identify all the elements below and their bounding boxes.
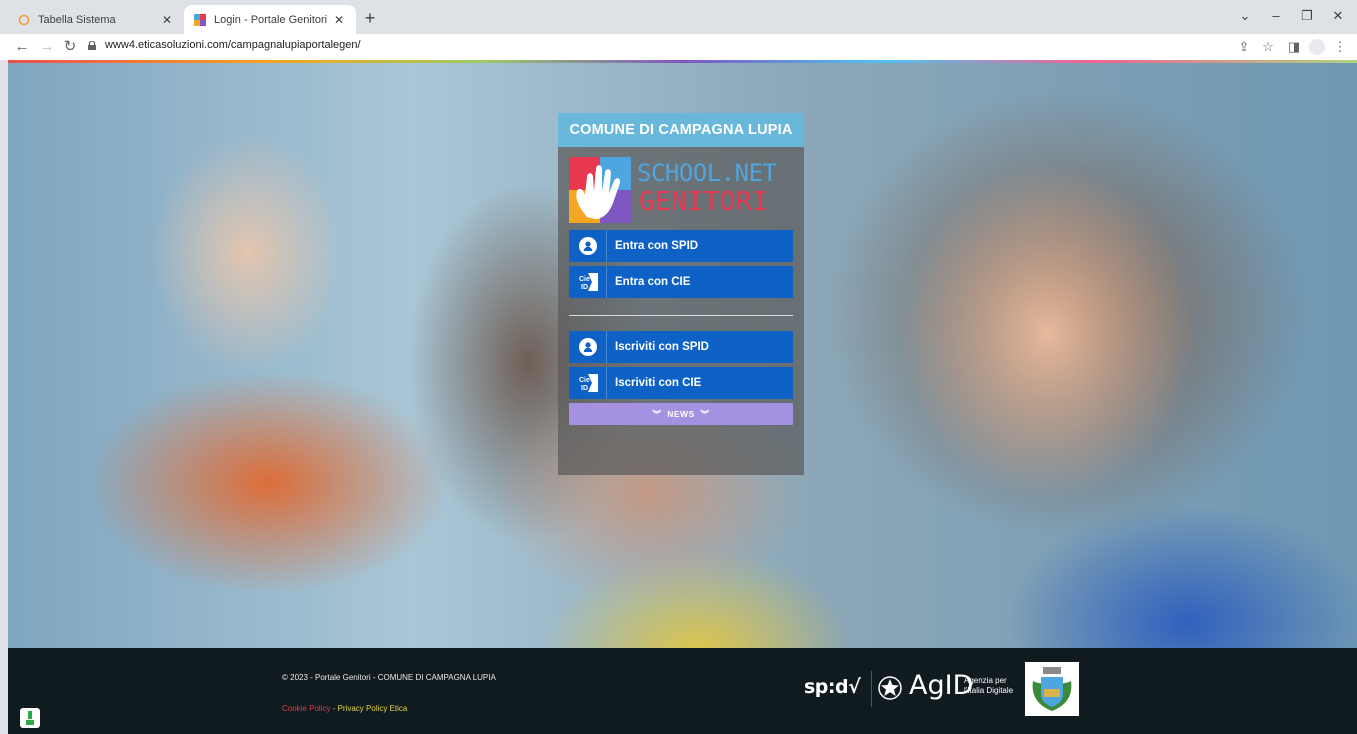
reload-icon[interactable]: ↻ — [60, 38, 80, 56]
login-cie-label: Entra con CIE — [615, 276, 691, 288]
cookie-policy-link[interactable]: Cookie Policy — [282, 704, 330, 713]
news-toggle-button[interactable]: ︾ NEWS ︾ — [569, 403, 793, 425]
page-footer: © 2023 - Portale Genitori - COMUNE DI CA… — [8, 648, 1357, 734]
tab-login-portale-genitori[interactable]: Login - Portale Genitori ✕ — [184, 5, 356, 34]
spid-user-icon — [569, 230, 607, 262]
hero-background-photo: COMUNE DI CAMPAGNA LUPIA SCHOOL.NET GENI… — [8, 63, 1357, 648]
bookmark-star-icon[interactable]: ☆ — [1259, 39, 1277, 55]
svg-text:ID: ID — [581, 385, 588, 392]
login-spid-button[interactable]: Entra con SPID — [569, 230, 793, 262]
new-tab-icon[interactable]: + — [360, 8, 380, 29]
url-text: www4.eticasoluzioni.com/campagnalupiapor… — [105, 39, 361, 51]
page-viewport: COMUNE DI CAMPAGNA LUPIA SCHOOL.NET GENI… — [8, 60, 1357, 734]
tab-title: Login - Portale Genitori — [214, 13, 328, 26]
side-panel-icon[interactable]: ◨ — [1285, 39, 1303, 55]
agid-subtitle: Agenzia per l'Italia Digitale — [964, 676, 1013, 696]
tab-tabella-sistema[interactable]: Tabella Sistema ✕ — [8, 5, 184, 34]
register-cie-label: Iscriviti con CIE — [615, 377, 702, 389]
footer-links: Cookie Policy - Privacy Policy Etica — [282, 704, 407, 713]
italian-republic-emblem-icon — [878, 676, 902, 700]
card-divider — [569, 315, 793, 316]
register-spid-button[interactable]: Iscriviti con SPID — [569, 331, 793, 363]
svg-text:Cie: Cie — [579, 377, 590, 384]
copyright-text: © 2023 - Portale Genitori - COMUNE DI CA… — [282, 673, 496, 682]
hand-favicon-icon — [194, 13, 206, 26]
cie-id-icon: Cie ID — [569, 367, 607, 399]
municipality-header: COMUNE DI CAMPAGNA LUPIA — [558, 113, 804, 147]
agid-subtitle-line2: l'Italia Digitale — [964, 686, 1014, 695]
lock-icon — [88, 40, 96, 50]
forward-arrow-icon[interactable]: → — [37, 38, 57, 56]
logo-genitori-text: GENITORI — [639, 187, 769, 217]
address-bar: ← → ↻ www4.eticasoluzioni.com/campagnalu… — [0, 34, 1357, 60]
colorful-hand-icon — [569, 157, 631, 223]
login-spid-label: Entra con SPID — [615, 240, 699, 252]
menu-kebab-icon[interactable]: ⋮ — [1331, 39, 1349, 55]
url-field[interactable]: www4.eticasoluzioni.com/campagnalupiapor… — [88, 39, 361, 51]
sun-favicon-icon — [18, 14, 30, 25]
logo-separator — [871, 671, 872, 707]
tab-search-chevron-icon[interactable]: ⌄ — [1233, 8, 1257, 24]
restore-icon[interactable]: ❐ — [1295, 8, 1319, 24]
feedback-badge-icon[interactable] — [20, 708, 40, 728]
tab-title: Tabella Sistema — [38, 13, 116, 26]
link-separator: - — [330, 704, 338, 713]
minimize-icon[interactable]: – — [1264, 8, 1288, 23]
login-cie-button[interactable]: Cie ID Entra con CIE — [569, 266, 793, 298]
close-window-icon[interactable]: ✕ — [1326, 8, 1350, 24]
svg-text:ID: ID — [581, 284, 588, 291]
login-card: COMUNE DI CAMPAGNA LUPIA SCHOOL.NET GENI… — [558, 113, 804, 475]
chevron-down-icon: ︾ — [652, 409, 662, 419]
agid-subtitle-line1: Agenzia per — [964, 676, 1007, 685]
register-spid-label: Iscriviti con SPID — [615, 341, 709, 353]
cie-id-icon: Cie ID — [569, 266, 607, 298]
privacy-policy-link[interactable]: Privacy Policy Etica — [338, 704, 408, 713]
share-icon[interactable]: ⇪ — [1235, 39, 1253, 55]
back-arrow-icon[interactable]: ← — [12, 38, 32, 56]
svg-text:Cie: Cie — [579, 276, 590, 283]
register-cie-button[interactable]: Cie ID Iscriviti con CIE — [569, 367, 793, 399]
news-label: NEWS — [667, 409, 695, 419]
profile-avatar-icon[interactable] — [1309, 39, 1325, 55]
browser-tab-bar: Tabella Sistema ✕ Login - Portale Genito… — [0, 0, 1357, 34]
spid-user-icon — [569, 331, 607, 363]
tab-close-icon[interactable]: ✕ — [160, 13, 174, 27]
tab-close-icon[interactable]: ✕ — [332, 13, 346, 27]
chevron-down-icon: ︾ — [700, 409, 710, 419]
school-net-genitori-logo: SCHOOL.NET GENITORI — [569, 157, 793, 223]
municipality-crest-icon — [1025, 662, 1079, 716]
logo-school-net-text: SCHOOL.NET — [637, 159, 777, 187]
spid-logo: sp:d√ — [804, 676, 861, 698]
